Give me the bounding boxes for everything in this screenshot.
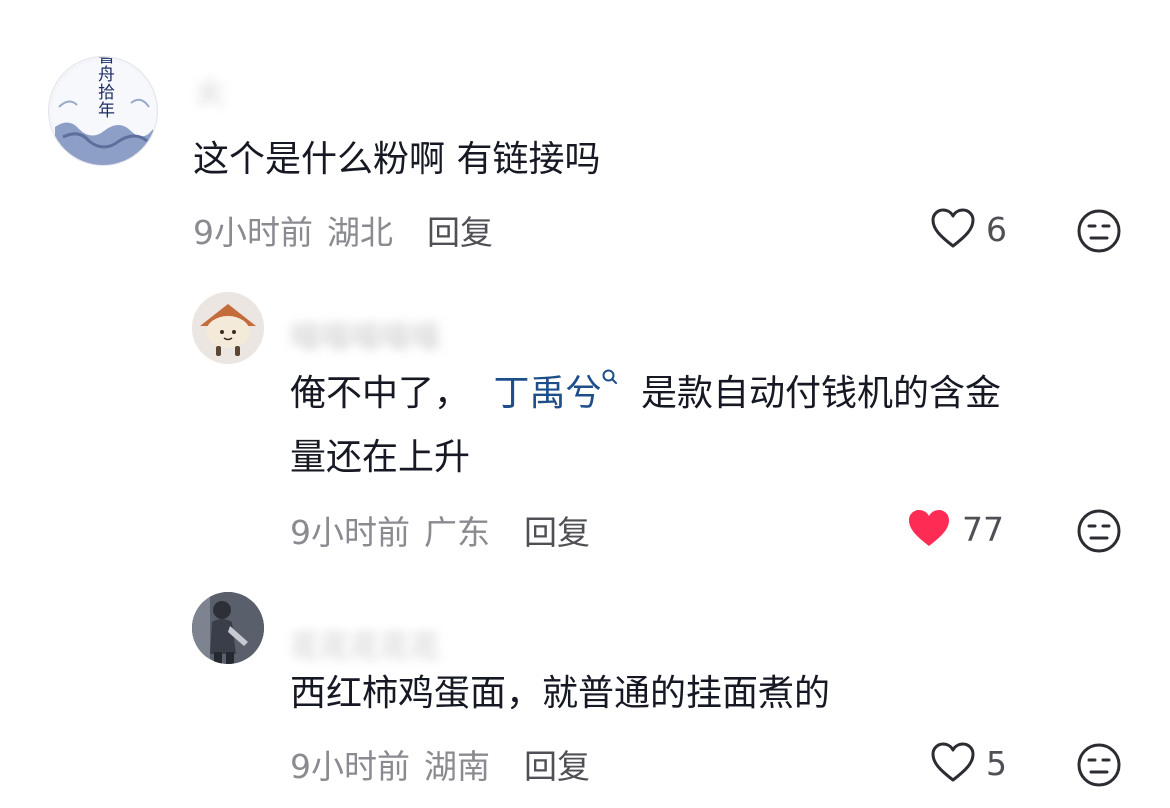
comment-meta: 9小时前 湖南 回复: [290, 740, 590, 788]
comment-region: 湖南: [424, 747, 490, 786]
like-count: 5: [986, 743, 1007, 783]
username[interactable]: 花花花花花: [290, 622, 670, 662]
comment-item: 花花花花花 西红柿鸡蛋面，就普通的挂面煮的 9小时前 湖南 回复 5: [0, 0, 1170, 808]
dislike-button[interactable]: [1076, 742, 1122, 792]
reply-button[interactable]: 回复: [524, 747, 590, 786]
heart-outline-icon: [931, 742, 975, 782]
like-button[interactable]: 5: [930, 742, 1007, 784]
avatar[interactable]: [192, 592, 264, 664]
comment-text: 西红柿鸡蛋面，就普通的挂面煮的: [290, 673, 831, 714]
comment-time: 9小时前: [290, 747, 410, 786]
dislike-face-icon: [1077, 743, 1121, 787]
